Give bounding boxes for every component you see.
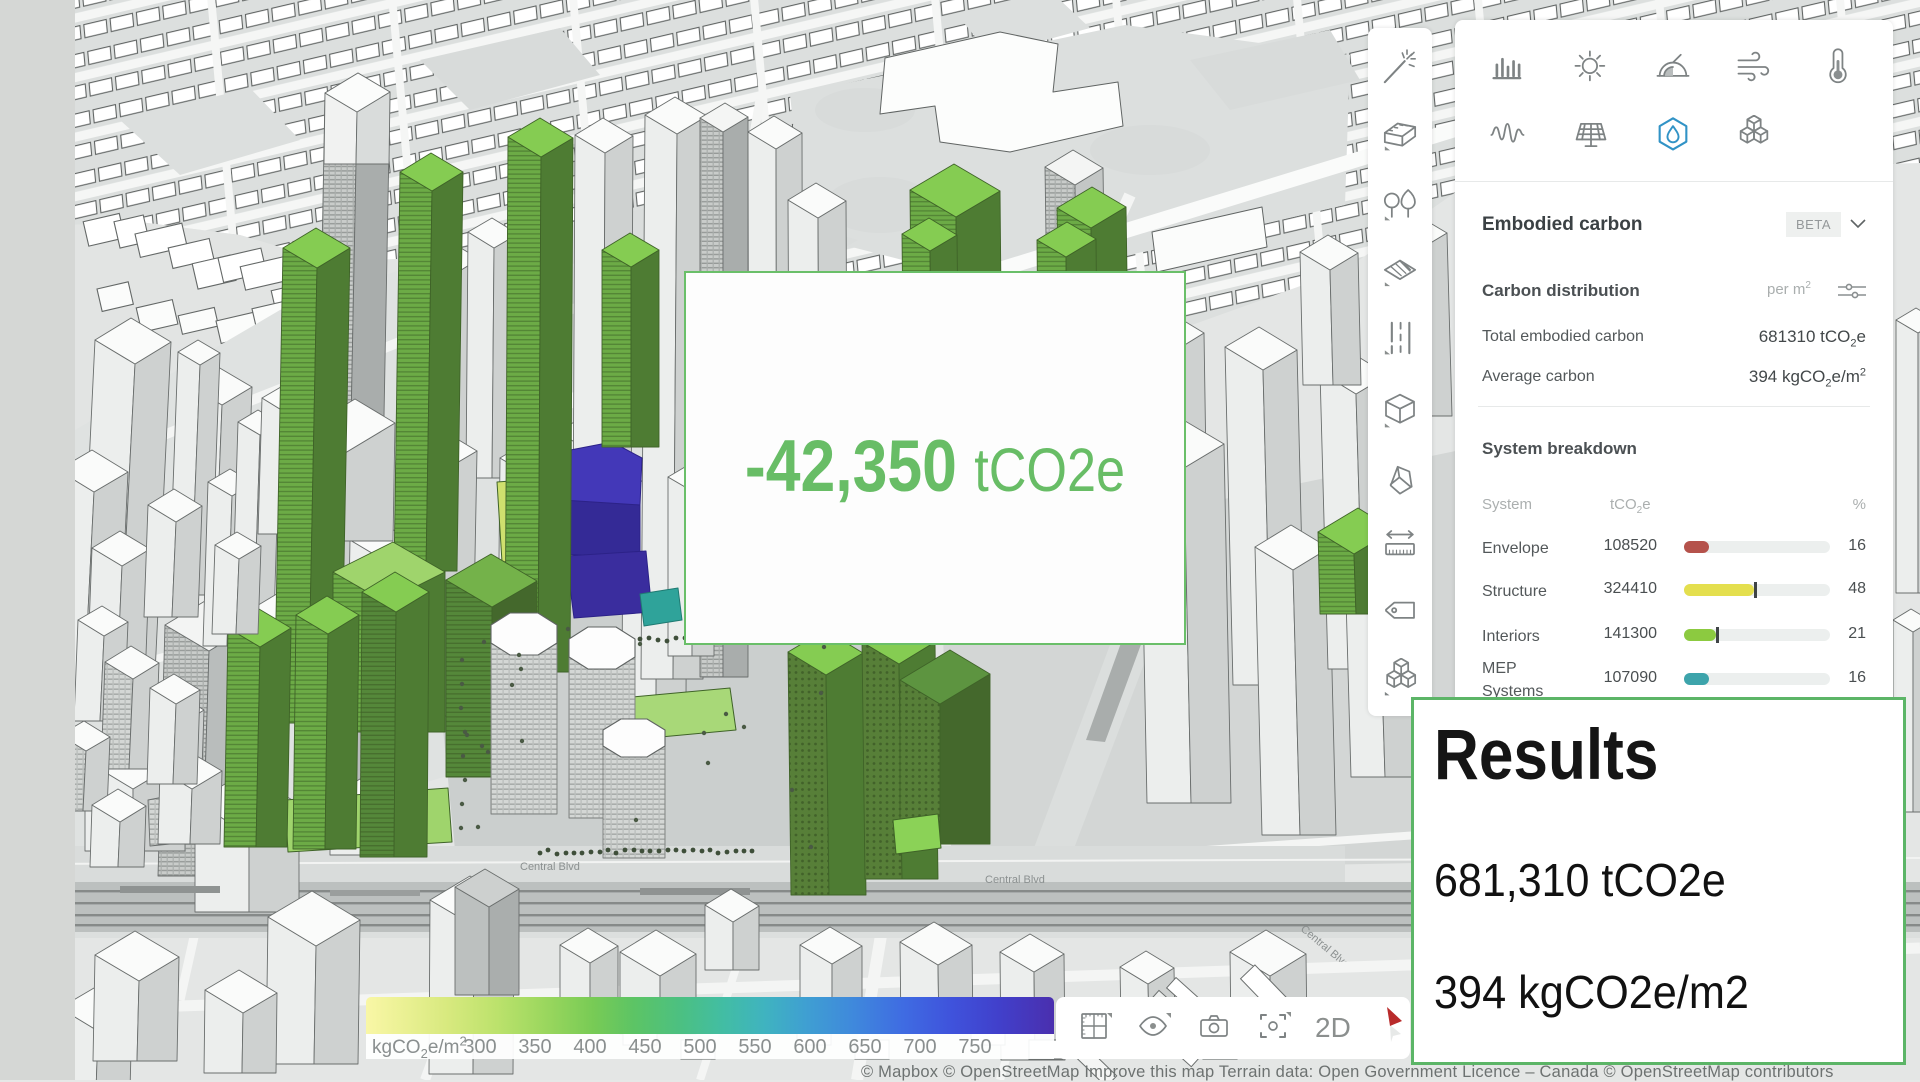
svg-text:Central Blvd: Central Blvd: [520, 861, 580, 873]
svg-text:Central Blvd: Central Blvd: [985, 874, 1045, 886]
